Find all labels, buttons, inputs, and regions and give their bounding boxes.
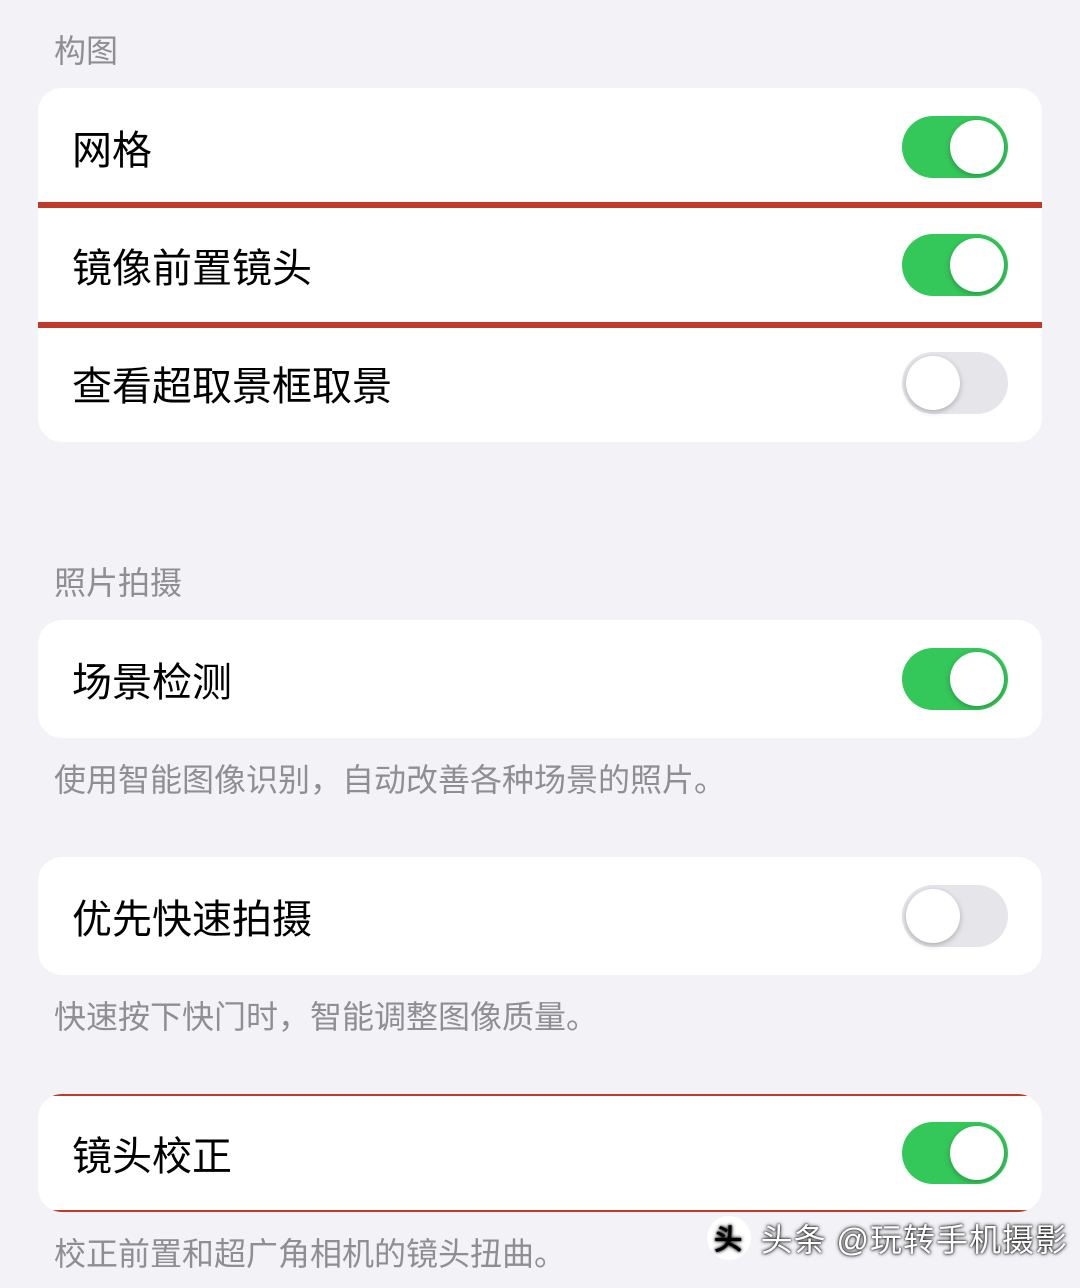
row-label: 优先快速拍摄 <box>72 887 312 945</box>
footer-fast-capture: 快速按下快门时，智能调整图像质量。 <box>38 975 1042 1052</box>
row-scene-detection: 场景检测 <box>38 620 1042 738</box>
composition-card: 网格 镜像前置镜头 查看超取景框取景 <box>38 88 1042 442</box>
footer-scene-detection: 使用智能图像识别，自动改善各种场景的照片。 <box>38 738 1042 815</box>
row-label: 镜像前置镜头 <box>72 236 312 294</box>
row-outside-frame: 查看超取景框取景 <box>38 324 1042 442</box>
section-header-composition: 构图 <box>38 0 1042 88</box>
row-fast-capture: 优先快速拍摄 <box>38 857 1042 975</box>
fast-capture-card: 优先快速拍摄 <box>38 857 1042 975</box>
row-label: 网格 <box>72 118 152 176</box>
toggle-knob <box>950 1126 1004 1180</box>
row-grid: 网格 <box>38 88 1042 206</box>
section-header-photo: 照片拍摄 <box>38 532 1042 620</box>
byline-logo-icon: 头 <box>707 1216 751 1260</box>
toggle-grid[interactable] <box>902 116 1008 178</box>
byline-text: 头条 @玩转手机摄影 <box>761 1215 1068 1261</box>
toggle-outside-frame[interactable] <box>902 352 1008 414</box>
row-label: 镜头校正 <box>72 1124 232 1182</box>
toggle-knob <box>950 120 1004 174</box>
toggle-knob <box>950 238 1004 292</box>
row-lens-correction: 镜头校正 <box>38 1094 1042 1212</box>
toggle-mirror-front-camera[interactable] <box>902 234 1008 296</box>
row-mirror-front-camera: 镜像前置镜头 <box>38 206 1042 324</box>
toggle-knob <box>906 889 960 943</box>
toggle-fast-capture[interactable] <box>902 885 1008 947</box>
row-label: 场景检测 <box>72 650 232 708</box>
byline: 头 头条 @玩转手机摄影 <box>707 1215 1068 1261</box>
row-label: 查看超取景框取景 <box>72 354 392 412</box>
toggle-knob <box>950 652 1004 706</box>
toggle-knob <box>906 356 960 410</box>
toggle-scene-detection[interactable] <box>902 648 1008 710</box>
scene-detection-card: 场景检测 <box>38 620 1042 738</box>
toggle-lens-correction[interactable] <box>902 1122 1008 1184</box>
lens-correction-card: 镜头校正 <box>38 1094 1042 1212</box>
